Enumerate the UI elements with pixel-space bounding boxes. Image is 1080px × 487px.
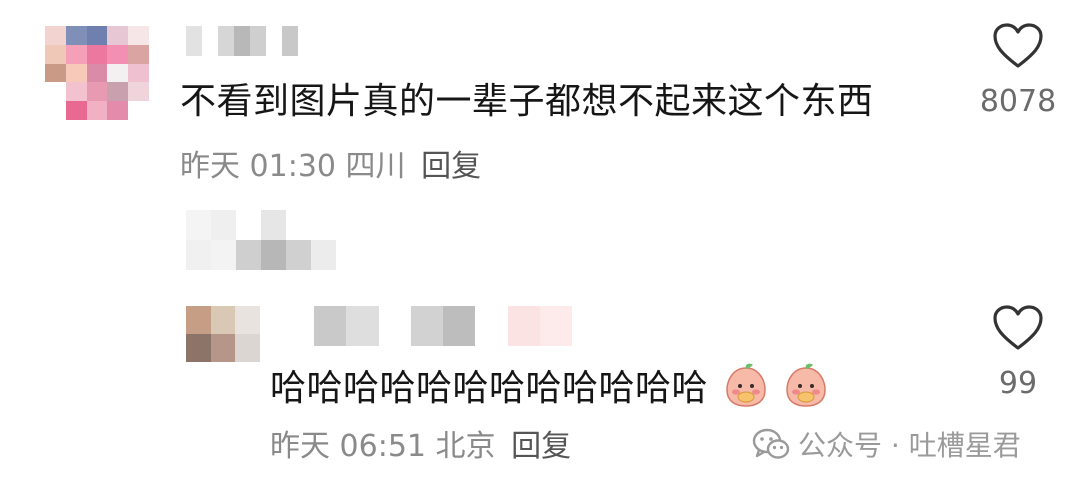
avatar[interactable] <box>45 26 149 120</box>
reply-button[interactable]: 回复 <box>421 149 481 184</box>
username[interactable] <box>282 306 572 346</box>
watermark: 公众号 · 吐槽星君 <box>752 424 1021 464</box>
reply-location: 北京 <box>435 429 496 464</box>
comment-text: 不看到图片真的一辈子都想不起来这个东西 <box>180 81 874 122</box>
reply-text: 哈哈哈哈哈哈哈哈哈哈哈哈 <box>270 362 828 411</box>
censored-label[interactable] <box>186 210 336 270</box>
like-button[interactable] <box>992 22 1044 70</box>
wechat-icon <box>752 428 790 459</box>
reply-text-content: 哈哈哈哈哈哈哈哈哈哈哈哈 <box>270 368 709 409</box>
comment-time: 昨天 01:30 <box>180 149 336 184</box>
like-count: 8078 <box>979 84 1057 119</box>
comment-location: 四川 <box>345 149 406 184</box>
comment-meta: 昨天 01:30 四川 回复 <box>180 148 481 186</box>
watermark-text: 公众号 · 吐槽星君 <box>798 429 1021 462</box>
reply-button[interactable]: 回复 <box>511 429 571 464</box>
heart-icon <box>993 305 1043 350</box>
reply-time: 昨天 06:51 <box>270 429 426 464</box>
like-button[interactable] <box>992 304 1044 352</box>
peach-face-emoji <box>786 363 826 407</box>
avatar[interactable] <box>186 306 260 362</box>
peach-face-emoji <box>726 363 766 407</box>
heart-icon <box>993 23 1043 68</box>
username[interactable] <box>186 26 298 56</box>
reply-meta: 昨天 06:51 北京 回复 <box>270 428 571 466</box>
like-count: 99 <box>998 366 1038 401</box>
